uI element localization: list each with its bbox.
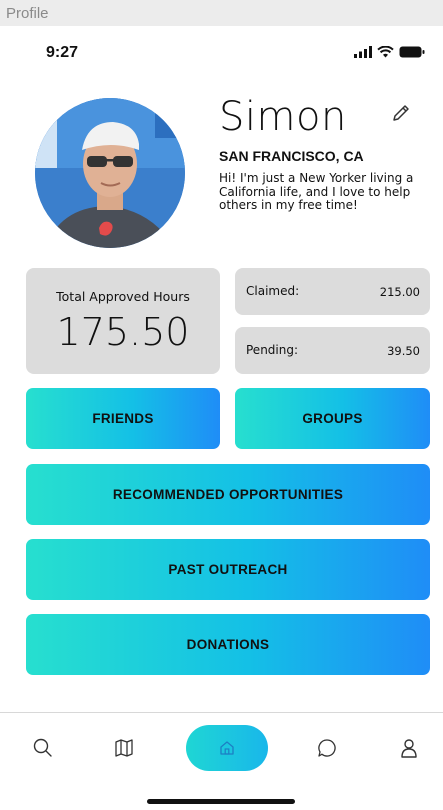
home-indicator bbox=[147, 799, 295, 804]
avatar-photo bbox=[35, 98, 185, 248]
past-outreach-button[interactable]: PAST OUTREACH bbox=[26, 539, 430, 600]
signal-icon bbox=[354, 46, 372, 58]
map-icon[interactable] bbox=[113, 737, 135, 759]
total-hours-value: 175.50 bbox=[56, 310, 190, 354]
pending-label: Pending: bbox=[246, 343, 299, 357]
friends-button[interactable]: FRIENDS bbox=[26, 388, 220, 449]
pencil-icon[interactable] bbox=[390, 102, 412, 124]
claimed-hours-card: Claimed: 215.00 bbox=[235, 268, 430, 315]
claimed-value: 215.00 bbox=[379, 285, 420, 299]
groups-button[interactable]: GROUPS bbox=[235, 388, 430, 449]
window-title: Profile bbox=[0, 0, 443, 26]
avatar[interactable] bbox=[35, 98, 185, 248]
wifi-icon bbox=[377, 46, 394, 58]
search-icon[interactable] bbox=[32, 737, 54, 759]
claimed-label: Claimed: bbox=[246, 284, 300, 298]
total-hours-label: Total Approved Hours bbox=[56, 289, 190, 304]
home-tab[interactable] bbox=[186, 725, 268, 771]
total-hours-card: Total Approved Hours 175.50 bbox=[26, 268, 220, 374]
profile-bio: Hi! I'm just a New Yorker living a Calif… bbox=[219, 171, 414, 212]
battery-icon bbox=[399, 46, 425, 58]
pending-hours-card: Pending: 39.50 bbox=[235, 327, 430, 374]
bottom-nav bbox=[0, 712, 443, 810]
status-bar: 9:27 bbox=[0, 26, 443, 78]
status-time: 9:27 bbox=[46, 44, 79, 61]
pending-value: 39.50 bbox=[387, 344, 420, 358]
home-icon bbox=[220, 741, 234, 755]
profile-location: SAN FRANCISCO, CA bbox=[219, 148, 364, 164]
donations-button[interactable]: DONATIONS bbox=[26, 614, 430, 675]
status-icons bbox=[354, 46, 425, 58]
profile-name: Simon bbox=[219, 94, 347, 140]
chat-icon[interactable] bbox=[316, 737, 338, 759]
recommended-opportunities-button[interactable]: RECOMMENDED OPPORTUNITIES bbox=[26, 464, 430, 525]
profile-icon[interactable] bbox=[398, 737, 420, 759]
